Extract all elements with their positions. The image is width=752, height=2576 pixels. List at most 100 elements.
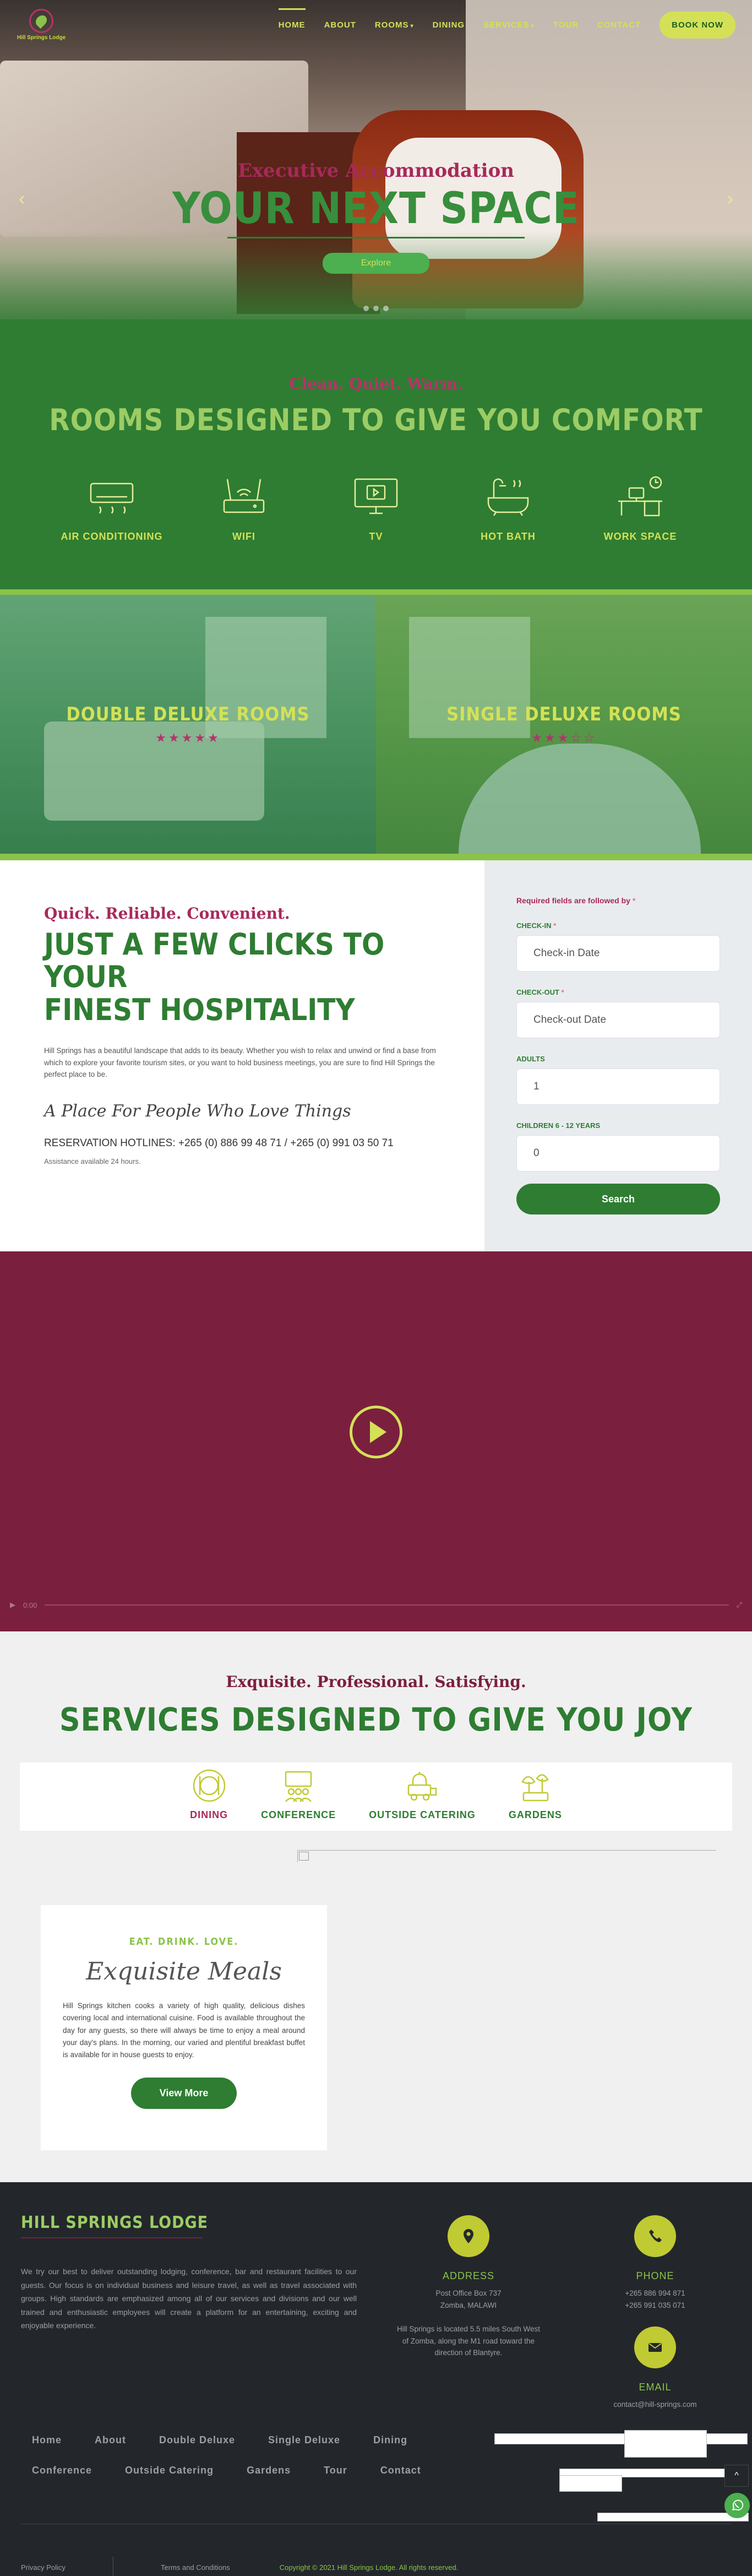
footer-link-double-deluxe[interactable]: Double Deluxe [159,2434,235,2446]
footer-link-gardens[interactable]: Gardens [247,2465,291,2476]
tab-label: CONFERENCE [261,1809,336,1820]
address-line1: Post Office Box 737 [435,2289,502,2297]
search-button[interactable]: Search [516,1184,720,1214]
footer-link-contact[interactable]: Contact [380,2465,421,2476]
children-input[interactable]: 0 [516,1135,720,1172]
amenities-section: Clean. Quiet. Warm. ROOMS DESIGNED TO GI… [0,319,752,595]
amenity-label: HOT BATH [481,531,536,542]
nav-item-contact[interactable]: CONTACT [597,20,641,30]
booking-section: Quick. Reliable. Convenient. JUST A FEW … [0,860,752,1251]
slider-dot[interactable] [383,306,389,311]
footer-link-single-deluxe[interactable]: Single Deluxe [268,2434,340,2446]
bathtub-icon [487,478,529,516]
checkout-date-input[interactable]: Check-out Date [516,1002,720,1038]
logo-text: Hill Springs Lodge [17,35,66,41]
room-star-rating: ★★★☆☆ [531,731,597,745]
services-title: SERVICES DESIGNED TO GIVE YOU JOY [59,1701,693,1738]
footer-link-tour[interactable]: Tour [324,2465,347,2476]
amenity-air-conditioning: AIR CONDITIONING [61,476,162,543]
nav-item-rooms-label: ROOMS [374,20,409,30]
fullscreen-icon[interactable]: ⤢ [737,1601,742,1609]
checkin-label-text: CHECK-IN [516,921,552,930]
nav-item-dining[interactable]: DINING [433,20,465,30]
room-card-single-deluxe[interactable]: SINGLE DELUXE ROOMS ★★★☆☆ [376,595,752,854]
footer-link-outside-catering[interactable]: Outside Catering [125,2465,214,2476]
chevron-up-icon[interactable]: ^ [724,2465,749,2487]
footer-bottom-bar: Privacy Policy Terms and Conditions Copy… [21,2557,458,2576]
booking-form: Required fields are followed by * CHECK-… [484,860,752,1251]
services-tabs: DINING CONFERENCE OUTSIDE CATERING GARDE… [20,1762,732,1831]
assistance-note: Assistance available 24 hours. [44,1157,141,1165]
tab-outside-catering[interactable]: OUTSIDE CATERING [369,1769,476,1821]
footer-title: HILL SPRINGS LODGE [21,2213,209,2232]
footer-link-dining[interactable]: Dining [373,2434,407,2446]
service-card-title: Exquisite Meals [86,1957,282,1986]
video-player[interactable]: ▶ 0:00 ⤢ [0,1251,752,1631]
required-note-text: Required fields are followed by [516,896,630,905]
footer-link-conference[interactable]: Conference [32,2465,92,2476]
whatsapp-icon[interactable] [724,2493,750,2518]
email-icon[interactable] [634,2326,676,2368]
email-heading: EMAIL [639,2382,672,2393]
footer-link-home[interactable]: Home [32,2434,62,2446]
tab-conference[interactable]: CONFERENCE [261,1769,336,1821]
explore-button[interactable]: Explore [322,253,430,274]
play-small-icon[interactable]: ▶ [10,1601,15,1609]
phone-number-1[interactable]: +265 886 994 871 [581,2287,729,2300]
footer-links: Home About Double Deluxe Single Deluxe D… [32,2434,450,2495]
broken-image-placeholder [297,1850,716,1862]
video-progress-bar[interactable] [45,1604,729,1606]
required-asterisk: * [561,988,564,996]
address-note: Hill Springs is located 5.5 miles South … [396,2325,541,2357]
phone-number-2[interactable]: +265 991 035 071 [581,2300,729,2312]
nav-item-home[interactable]: HOME [278,8,306,30]
tab-label: OUTSIDE CATERING [369,1809,476,1820]
tv-icon [354,478,398,514]
required-note: Required fields are followed by * [516,896,720,905]
hero-title: YOUR NEXT SPACE [172,184,580,234]
amenity-tv: TV [340,476,412,543]
room-card-double-deluxe[interactable]: DOUBLE DELUXE ROOMS ★★★★★ [0,595,376,854]
hero-underline [227,237,525,238]
tab-dining[interactable]: DINING [190,1769,228,1821]
logo[interactable]: Hill Springs Lodge [17,3,66,47]
email-address[interactable]: contact@hill-springs.com [581,2399,729,2411]
play-icon[interactable] [350,1406,402,1458]
booking-tagline: A Place For People Who Love Things [44,1101,351,1121]
broken-image-placeholder [624,2430,707,2458]
required-asterisk: * [632,896,636,905]
slider-dot[interactable] [363,306,369,311]
hero-slider: Hill Springs Lodge HOME ABOUT ROOMS ▾ DIN… [0,0,752,319]
copyright: Copyright © 2021 Hill Springs Lodge. All… [279,2563,459,2572]
amenity-hot-bath: HOT BATH [472,476,544,543]
footer-link-about[interactable]: About [95,2434,126,2446]
service-card-kicker: EAT. DRINK. LOVE. [129,1936,239,1948]
conference-icon [285,1771,312,1802]
video-controls: ▶ 0:00 ⤢ [10,1601,742,1609]
booking-kicker: Quick. Reliable. Convenient. [44,904,290,923]
slider-dot[interactable] [373,306,379,311]
amenity-work-space: WORK SPACE [604,476,676,543]
services-section: Exquisite. Professional. Satisfying. SER… [0,1631,752,2182]
broken-image-placeholder [494,2433,748,2444]
adults-input[interactable]: 1 [516,1069,720,1105]
garden-icon [521,1774,549,1802]
nav-menu: HOME ABOUT ROOMS ▾ DINING SERVICES ▾ TOUR … [278,8,735,39]
nav-item-services-label: SERVICES [483,20,530,30]
terms-link[interactable]: Terms and Conditions [161,2563,230,2572]
amenity-label: WIFI [232,531,255,542]
service-card: EAT. DRINK. LOVE. Exquisite Meals Hill S… [41,1905,327,2150]
checkin-date-input[interactable]: Check-in Date [516,935,720,972]
tab-gardens[interactable]: GARDENS [509,1769,562,1821]
phone-icon[interactable] [634,2215,676,2257]
nav-item-tour[interactable]: TOUR [553,20,579,30]
nav-item-about[interactable]: ABOUT [324,20,356,30]
nav-item-services[interactable]: SERVICES ▾ [483,20,535,30]
view-more-button[interactable]: View More [130,2078,237,2109]
nav-item-rooms[interactable]: ROOMS ▾ [375,20,414,30]
privacy-policy-link[interactable]: Privacy Policy [21,2563,66,2572]
footer-description: We try our best to deliver outstanding l… [21,2267,357,2330]
reservation-hotlines: RESERVATION HOTLINES: +265 (0) 886 99 48… [44,1137,394,1149]
desk-icon [618,476,662,517]
book-now-button[interactable]: BOOK NOW [660,11,735,39]
